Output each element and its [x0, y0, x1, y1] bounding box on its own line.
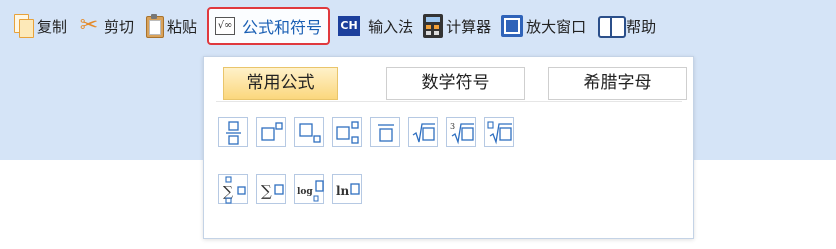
superscript-icon	[261, 122, 283, 141]
help-book-icon	[596, 14, 627, 38]
sub-superscript-button[interactable]	[332, 117, 362, 147]
input-method-button[interactable]: CH 输入法	[334, 9, 417, 43]
ch-icon: CH	[338, 16, 361, 36]
scissors-icon: ✂	[79, 13, 99, 38]
fraction-button[interactable]	[218, 117, 248, 147]
popup-tabs: 常用公式 数学符号 希腊字母	[216, 67, 687, 102]
clipboard-icon	[144, 14, 165, 38]
formula-symbols-button[interactable]: √∞ 公式和符号	[207, 7, 331, 45]
maximize-window-button[interactable]: 放大窗口	[497, 9, 590, 43]
ln-text: ln	[336, 184, 350, 198]
log-icon: log	[297, 180, 324, 202]
cube-root-icon: 3	[450, 122, 474, 145]
tab-common-formulas[interactable]: 常用公式	[223, 67, 338, 100]
symbol-row-2: ∑ ∑ log ln	[218, 174, 370, 204]
paste-button[interactable]: 粘贴	[140, 9, 201, 43]
sum-button[interactable]: ∑	[256, 174, 286, 204]
tab-greek-letters[interactable]: 希腊字母	[548, 67, 687, 100]
overline-icon	[378, 124, 394, 142]
nth-root-button[interactable]	[484, 117, 514, 147]
cut-label: 剪切	[104, 17, 135, 36]
formula-symbols-popup: 常用公式 数学符号 希腊字母 3 ∑ ∑ log ln	[203, 56, 694, 239]
help-label: 帮助	[626, 17, 657, 36]
sum-with-limits-icon: ∑	[223, 176, 246, 204]
calculator-button[interactable]: 计算器	[419, 9, 495, 43]
fraction-icon	[226, 121, 241, 145]
cut-button[interactable]: ✂ 剪切	[73, 9, 138, 43]
copy-button[interactable]: 复制	[10, 9, 71, 43]
formula-symbols-label: 公式和符号	[242, 18, 323, 37]
ln-button[interactable]: ln	[332, 174, 362, 204]
calculator-icon	[423, 14, 444, 38]
overline-button[interactable]	[370, 117, 400, 147]
log-button[interactable]: log	[294, 174, 324, 204]
maximize-icon	[501, 15, 524, 37]
symbol-row-1: 3	[218, 117, 522, 147]
cube-root-button[interactable]: 3	[446, 117, 476, 147]
sum-with-limits-button[interactable]: ∑	[218, 174, 248, 204]
sum-symbol-2: ∑	[261, 182, 272, 200]
cube-root-index: 3	[450, 122, 455, 131]
superscript-button[interactable]	[256, 117, 286, 147]
subscript-icon	[299, 123, 321, 143]
nth-root-icon	[487, 121, 512, 145]
log-text: log	[297, 187, 313, 197]
copy-label: 复制	[37, 17, 68, 36]
ln-icon: ln	[336, 183, 360, 198]
toolbar: 复制 ✂ 剪切 粘贴 √∞ 公式和符号 CH 输入法 计算器 放大窗口 帮助	[0, 0, 836, 52]
square-root-icon	[412, 123, 435, 143]
calculator-label: 计算器	[446, 17, 492, 36]
maximize-window-label: 放大窗口	[526, 17, 587, 36]
tab-math-symbols[interactable]: 数学符号	[386, 67, 525, 100]
sub-superscript-icon	[336, 121, 359, 144]
formula-icon: √∞	[215, 17, 236, 35]
square-root-button[interactable]	[408, 117, 438, 147]
subscript-button[interactable]	[294, 117, 324, 147]
help-button[interactable]: 帮助	[592, 9, 660, 43]
paste-label: 粘贴	[167, 17, 198, 36]
sum-icon: ∑	[261, 182, 284, 200]
input-method-label: 输入法	[368, 17, 414, 36]
copy-icon	[14, 14, 34, 38]
